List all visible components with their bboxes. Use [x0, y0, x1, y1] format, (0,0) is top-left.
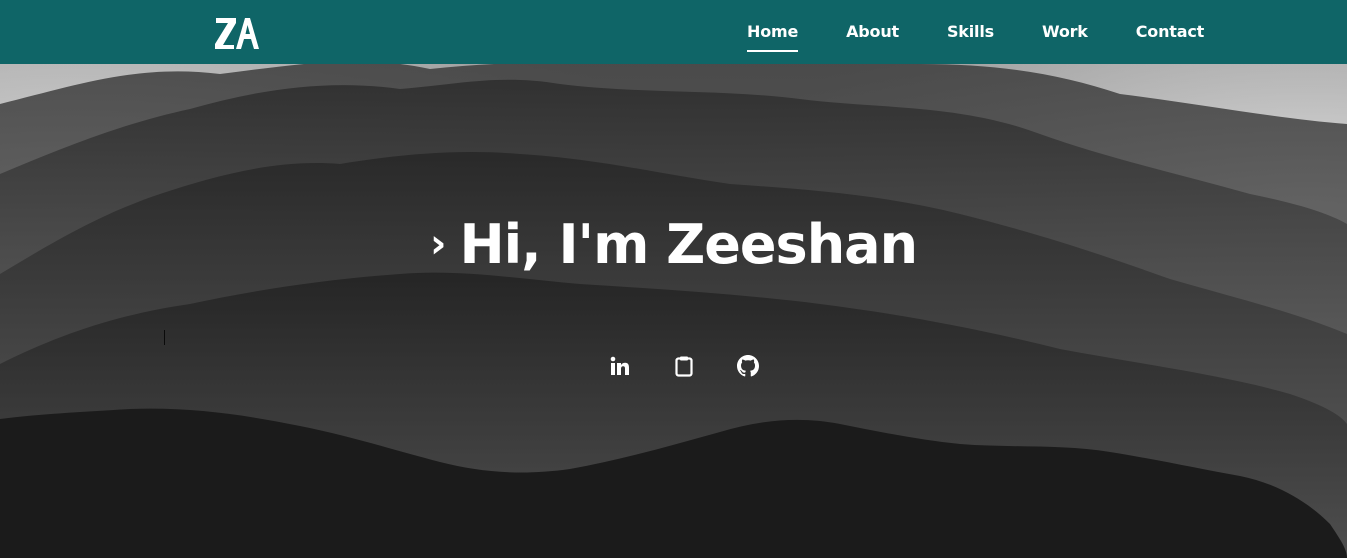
nav-skills[interactable]: Skills — [947, 22, 994, 43]
hero-title-text: Hi, I'm Zeeshan — [459, 213, 918, 276]
hero-heading: › Hi, I'm Zeeshan — [0, 212, 1347, 277]
nav-contact[interactable]: Contact — [1136, 22, 1205, 43]
main-nav: Home About Skills Work Contact — [747, 0, 1204, 64]
prompt-chevron-icon: › — [429, 221, 447, 267]
za-monogram-logo-icon — [215, 18, 259, 49]
social-links — [608, 354, 760, 378]
mountain-mist-background — [0, 64, 1347, 558]
resume-link[interactable] — [672, 354, 696, 378]
github-icon — [737, 355, 759, 377]
text-cursor-mark — [164, 330, 165, 345]
nav-home[interactable]: Home — [747, 22, 798, 52]
clipboard-icon — [675, 356, 693, 377]
linkedin-link[interactable] — [608, 354, 632, 378]
nav-about[interactable]: About — [846, 22, 899, 43]
linkedin-icon — [610, 356, 629, 375]
page: › Hi, I'm Zeeshan Home About Skills Work… — [0, 0, 1347, 558]
nav-work[interactable]: Work — [1042, 22, 1088, 43]
hero-section: › Hi, I'm Zeeshan — [0, 64, 1347, 558]
github-link[interactable] — [736, 354, 760, 378]
site-header: Home About Skills Work Contact — [0, 0, 1347, 64]
